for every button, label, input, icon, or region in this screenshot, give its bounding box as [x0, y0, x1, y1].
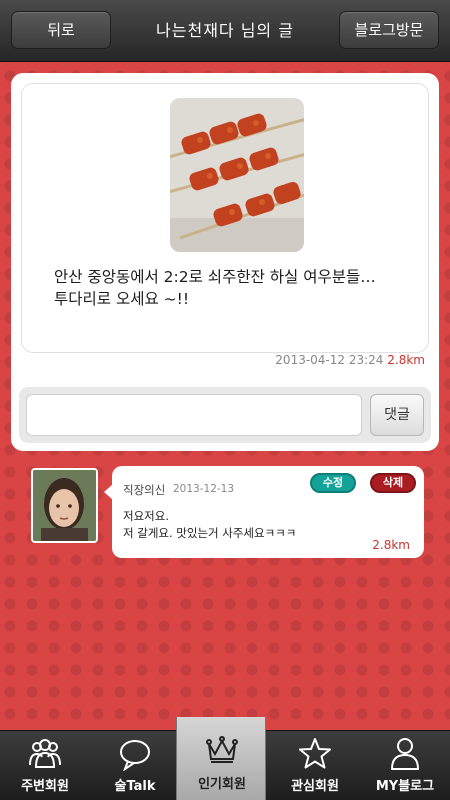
star-icon — [299, 738, 331, 769]
crown-icon — [206, 736, 238, 763]
comment-date: 2013-12-13 — [173, 483, 235, 495]
edit-comment-button[interactable]: 수정 — [310, 473, 356, 493]
post-text-line: 투다리로 오세요 ~!! — [54, 290, 190, 308]
comment-text-line: 저 갈게요. 맛있는거 사주세요ㅋㅋㅋ — [123, 526, 297, 540]
tab-my-blog[interactable]: MY블로그 — [360, 731, 450, 800]
comment-bubble: 직장의신 2013-12-13 수정 삭제 저요저요. 저 갈게요. 맛있는거 … — [104, 466, 424, 558]
back-button[interactable]: 뒤로 — [11, 11, 111, 49]
comment-text-line: 저요저요. — [123, 509, 169, 523]
post-distance: 2.8km — [387, 353, 425, 367]
top-header: 뒤로 나는천재다 님의 글 블로그방문 — [0, 0, 450, 62]
delete-comment-button[interactable]: 삭제 — [370, 473, 416, 493]
post-meta: 2013-04-12 23:24 2.8km — [275, 353, 425, 367]
tab-label: 술Talk — [114, 779, 156, 794]
people-icon — [29, 739, 61, 768]
comment-author[interactable]: 직장의신 — [123, 482, 165, 498]
tab-popular-members[interactable]: 인기회원 — [176, 717, 266, 800]
post-text-line: 안산 중앙동에서 2:2로 쇠주한잔 하실 여우분들… — [54, 268, 376, 286]
avatar[interactable] — [31, 468, 98, 543]
tab-favorite-members[interactable]: 관심회원 — [270, 731, 360, 800]
speech-bubble-icon — [120, 740, 150, 771]
page-title: 나는천재다 님의 글 — [156, 21, 294, 40]
bottom-tab-bar: 주변회원 술Talk 인기회원 관심회원 MY블로그 — [0, 717, 450, 800]
comment-text: 저요저요. 저 갈게요. 맛있는거 사주세요ㅋㅋㅋ — [123, 508, 296, 542]
tab-label: 관심회원 — [291, 779, 339, 794]
comment-distance: 2.8km — [372, 538, 410, 552]
comment-form: 댓글 — [19, 387, 431, 443]
tab-label: MY블로그 — [375, 779, 435, 794]
comment-input[interactable] — [26, 394, 362, 436]
post-timestamp: 2013-04-12 23:24 — [275, 353, 384, 367]
tab-sul-talk[interactable]: 술Talk — [90, 731, 180, 800]
tab-label: 인기회원 — [198, 777, 246, 792]
post-photo[interactable] — [170, 98, 304, 252]
post-card: 안산 중앙동에서 2:2로 쇠주한잔 하실 여우분들… 투다리로 오세요 ~!!… — [11, 73, 439, 451]
comment-submit-button[interactable]: 댓글 — [370, 394, 424, 436]
person-icon — [390, 738, 420, 770]
post-content: 안산 중앙동에서 2:2로 쇠주한잔 하실 여우분들… 투다리로 오세요 ~!! — [21, 83, 429, 353]
tab-label: 주변회원 — [21, 779, 69, 794]
tab-nearby-members[interactable]: 주변회원 — [0, 731, 90, 800]
visit-blog-button[interactable]: 블로그방문 — [339, 11, 439, 49]
post-text: 안산 중앙동에서 2:2로 쇠주한잔 하실 여우분들… 투다리로 오세요 ~!! — [54, 266, 414, 310]
